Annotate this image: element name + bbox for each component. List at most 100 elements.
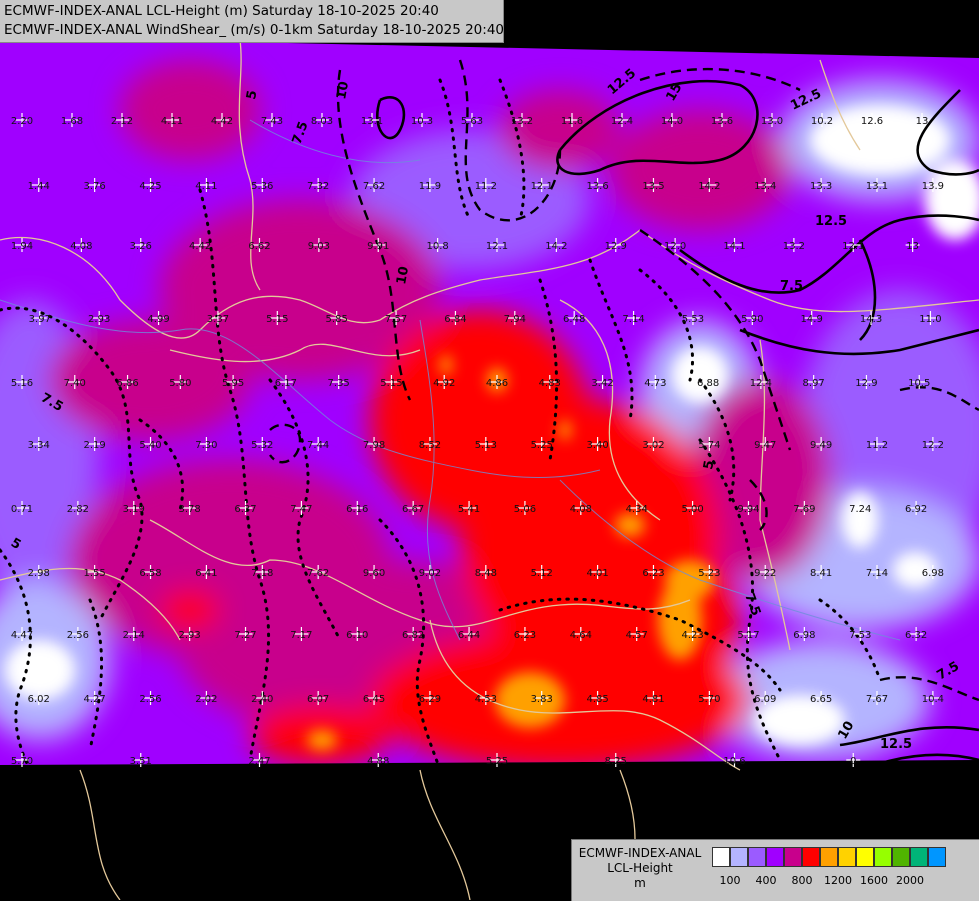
station-value: 2.98 <box>28 568 50 579</box>
station-marker: 2.56 <box>67 627 89 641</box>
station-marker: 9.94 <box>737 501 760 515</box>
station-marker: 8.48 <box>475 565 497 579</box>
station-value: 5.23 <box>698 568 720 579</box>
station-value: 14.2 <box>698 181 720 192</box>
station-marker: 8.97 <box>803 375 825 389</box>
station-value: 13.1 <box>361 116 383 127</box>
station-value: 2.20 <box>11 116 33 127</box>
station-marker: 4.73 <box>644 375 666 389</box>
station-value: 6.10 <box>346 630 368 641</box>
station-value: 13.2 <box>783 241 805 252</box>
station-marker: 10.3 <box>411 113 433 127</box>
station-marker: 7.27 <box>234 627 257 641</box>
station-value: 4.83 <box>539 378 561 389</box>
station-marker: 4.81 <box>642 691 665 705</box>
station-marker: 6.23 <box>514 627 536 641</box>
station-value: 4.47 <box>11 630 33 641</box>
legend-tick-label: 400 <box>755 874 777 887</box>
station-value: 4.81 <box>642 694 664 705</box>
station-marker: 4.08 <box>570 501 592 515</box>
station-marker: 3.83 <box>531 691 553 705</box>
station-value: 5.41 <box>458 504 480 515</box>
station-value: 6.29 <box>419 694 441 705</box>
station-marker: 7.94 <box>504 311 526 325</box>
station-value: 6.92 <box>905 504 927 515</box>
station-value: 5.15 <box>380 378 402 389</box>
station-marker: 6.45 <box>363 691 385 705</box>
station-marker: 12.1 <box>486 238 508 252</box>
station-value: 5.16 <box>11 378 33 389</box>
station-value: 3.37 <box>207 314 229 325</box>
map-title-box: ECMWF-INDEX-ANAL LCL-Height (m) Saturday… <box>0 0 504 43</box>
station-value: 7.67 <box>866 694 888 705</box>
station-marker: 13.4 <box>754 178 776 192</box>
station-marker: 6.23 <box>642 565 665 579</box>
station-value: 1.94 <box>11 241 33 252</box>
station-value: 7.43 <box>261 116 283 127</box>
station-marker: 13.1 <box>361 113 383 127</box>
station-value: 2.93 <box>88 314 110 325</box>
station-marker: 2.93 <box>88 311 110 325</box>
station-value: 3.97 <box>29 314 51 325</box>
station-value: 13.0 <box>761 116 783 127</box>
station-value: 2.14 <box>123 630 145 641</box>
legend-swatch <box>820 847 838 867</box>
station-marker: 5.53 <box>682 311 704 325</box>
station-value: 12.9 <box>605 241 627 252</box>
station-value: 4.27 <box>84 694 106 705</box>
legend-tick-label: 2000 <box>896 874 924 887</box>
station-marker: 6.16 <box>346 501 368 515</box>
station-marker: 2.19 <box>84 437 106 451</box>
legend-swatch <box>748 847 766 867</box>
station-value: 10.2 <box>811 116 833 127</box>
station-marker: 3.42 <box>591 375 614 389</box>
station-value: 6.98 <box>793 630 815 641</box>
station-marker: 8.03 <box>311 113 333 127</box>
station-value: 6.48 <box>563 314 585 325</box>
station-marker: 9.47 <box>754 437 776 451</box>
station-marker: 2.12 <box>111 113 133 127</box>
station-value: 12.1 <box>486 241 508 252</box>
station-marker: 6.09 <box>754 691 776 705</box>
legend-swatch <box>910 847 928 867</box>
station-value: 1.55 <box>84 568 106 579</box>
station-value: 3.26 <box>130 241 152 252</box>
station-value: 10.3 <box>411 116 433 127</box>
station-value: 5.53 <box>682 314 704 325</box>
station-value: 9.47 <box>754 440 776 451</box>
station-marker: 14.3 <box>860 311 882 325</box>
station-marker: 12.4 <box>750 375 772 389</box>
station-value: 2.93 <box>179 630 201 641</box>
station-marker: 3.37 <box>207 311 229 325</box>
legend-swatch <box>802 847 820 867</box>
station-marker: 10.2 <box>811 113 833 127</box>
svg-text:10: 10 <box>334 80 352 100</box>
station-value: 12.4 <box>611 116 633 127</box>
station-marker: 7.47 <box>290 501 313 515</box>
station-value: 11.2 <box>475 181 497 192</box>
station-marker: 6.65 <box>810 691 832 705</box>
legend-tick-label: 100 <box>719 874 741 887</box>
station-marker: 2.47 <box>248 753 271 767</box>
station-value: 13.1 <box>866 181 888 192</box>
station-marker: 11.0 <box>919 311 942 325</box>
station-marker: 7.98 <box>363 437 385 451</box>
station-marker: 0.71 <box>11 501 33 515</box>
station-marker: 4.08 <box>70 238 93 252</box>
station-marker: 12.9 <box>605 238 627 252</box>
station-value: 4.08 <box>570 504 592 515</box>
station-value: 2.47 <box>248 756 270 767</box>
station-value: 0.71 <box>11 504 33 515</box>
station-marker: 10.5 <box>908 375 930 389</box>
station-marker: 4.64 <box>570 627 592 641</box>
station-marker: 9.03 <box>308 238 330 252</box>
svg-text:12.5: 12.5 <box>815 214 847 229</box>
station-value: 6.82 <box>402 630 424 641</box>
station-marker: 4.34 <box>626 501 648 515</box>
station-marker: 4.92 <box>433 375 455 389</box>
station-marker: 4.27 <box>84 691 106 705</box>
station-marker: 8.52 <box>419 437 441 451</box>
station-value: 4.23 <box>681 630 703 641</box>
station-value: 5.70 <box>11 756 33 767</box>
legend-tick-label: 800 <box>791 874 813 887</box>
